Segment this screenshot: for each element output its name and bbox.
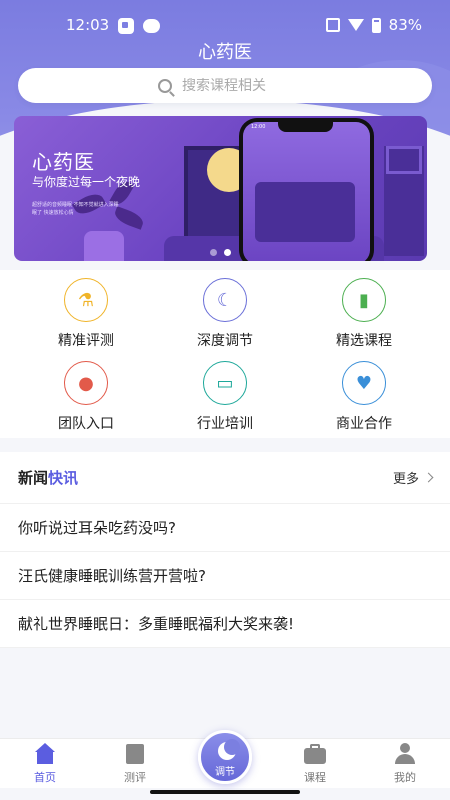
banner-vase <box>84 231 124 261</box>
status-right: 83% <box>325 16 422 34</box>
battery-icon <box>371 17 381 33</box>
banner-pagination <box>14 249 427 256</box>
tab-course[interactable]: 课程 <box>280 743 350 785</box>
more-label: 更多 <box>392 472 419 487</box>
news-item[interactable]: 献礼世界睡眠日：多重睡眠福利大奖来袭! <box>0 600 450 648</box>
menu-item-team[interactable]: ● 团队入口 <box>26 361 146 433</box>
book-icon: ▮ <box>342 278 386 322</box>
tab-adjust-center-button[interactable]: 调节 <box>198 730 252 784</box>
menu-label: 行业培训 <box>197 416 253 432</box>
banner-dot[interactable] <box>210 249 217 256</box>
tab-mine-label: 我的 <box>394 771 416 784</box>
menu-item-training[interactable]: ▭ 行业培训 <box>165 361 285 433</box>
banner-small-text: 超舒适的音频睡眠 不知不觉就进入深睡眠了 快速放松心情 <box>32 202 119 216</box>
tab-mine[interactable]: 我的 <box>370 743 440 785</box>
tab-adjust-label: 调节 <box>215 767 235 778</box>
news-title: 新闻快讯 <box>18 467 78 488</box>
news-header: 新闻快讯 更多 <box>0 452 450 504</box>
status-time: 12:03 <box>66 16 110 34</box>
chevron-right-icon <box>423 472 434 483</box>
menu-item-business[interactable]: ♥ 商业合作 <box>304 361 424 433</box>
wifi-icon <box>347 19 364 31</box>
tab-assess-label: 测评 <box>124 771 146 784</box>
search-input[interactable] <box>182 77 292 94</box>
news-title-prefix: 新闻 <box>18 469 49 487</box>
news-item[interactable]: 汪氏健康睡眠训练营开营啦? <box>0 552 450 600</box>
menu-label: 商业合作 <box>336 416 392 432</box>
app-title: 心药医 <box>198 42 252 63</box>
briefcase-icon <box>303 743 327 765</box>
home-indicator <box>150 790 300 794</box>
user-icon <box>393 743 417 765</box>
flask-icon: ⚗ <box>64 278 108 322</box>
menu-item-courses[interactable]: ▮ 精选课程 <box>304 278 424 350</box>
tab-home[interactable]: 首页 <box>10 743 80 785</box>
tab-course-label: 课程 <box>304 771 326 784</box>
moon-icon <box>218 739 240 760</box>
notification-dot-icon <box>143 19 160 33</box>
assessment-icon <box>123 743 147 765</box>
banner-phone-mockup: 12:00 <box>239 118 374 261</box>
menu-label: 深度调节 <box>197 333 253 349</box>
promo-banner[interactable]: 12:00 心药医 与你度过每一个夜晚 超舒适的音频睡眠 不知不觉就进入深睡眠了… <box>14 116 427 261</box>
tab-assess[interactable]: 测评 <box>100 743 170 785</box>
handshake-icon: ♥ <box>342 361 386 405</box>
team-icon: ● <box>64 361 108 405</box>
vibrate-icon <box>325 18 340 32</box>
banner-dot-active[interactable] <box>224 249 231 256</box>
tab-home-label: 首页 <box>34 771 56 784</box>
menu-item-assessment[interactable]: ⚗ 精准评测 <box>26 278 146 350</box>
news-more-link[interactable]: 更多 <box>392 468 434 487</box>
news-item[interactable]: 你听说过耳朵吃药没吗? <box>0 504 450 552</box>
banner-subtitle: 与你度过每一个夜晚 <box>32 175 141 189</box>
banner-frame <box>386 146 422 174</box>
training-board-icon: ▭ <box>203 361 247 405</box>
battery-percent: 83% <box>388 16 422 34</box>
search-bar[interactable] <box>18 68 432 103</box>
menu-label: 精选课程 <box>336 333 392 349</box>
home-icon <box>33 743 57 765</box>
banner-phone-time: 12:00 <box>251 124 266 130</box>
news-section: 新闻快讯 更多 你听说过耳朵吃药没吗? 汪氏健康睡眠训练营开营啦? 献礼世界睡眠… <box>0 452 450 648</box>
menu-item-adjust[interactable]: ☾ 深度调节 <box>165 278 285 350</box>
menu-label: 团队入口 <box>58 416 114 432</box>
menu-label: 精准评测 <box>58 333 114 349</box>
banner-title: 心药医 <box>32 150 95 174</box>
feature-grid: ⚗ 精准评测 ☾ 深度调节 ▮ 精选课程 ● 团队入口 ▭ 行业培训 ♥ 商业合… <box>0 270 450 438</box>
notification-app-icon <box>118 18 134 34</box>
search-icon <box>158 78 172 93</box>
news-title-highlight: 快讯 <box>48 469 79 487</box>
moon-sleep-icon: ☾ <box>203 278 247 322</box>
status-bar: 12:03 83% <box>0 16 450 38</box>
